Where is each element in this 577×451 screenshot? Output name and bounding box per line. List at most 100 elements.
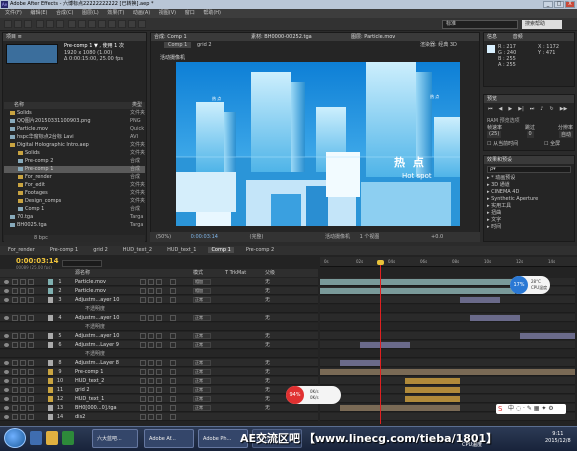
col-name-header[interactable]: 名称	[14, 102, 24, 108]
last-frame-icon[interactable]: ⏭	[530, 106, 535, 112]
timeline-tab[interactable]: Pre-comp 2	[243, 247, 277, 253]
resolution-select[interactable]: (完整)	[250, 234, 264, 240]
audio-switch[interactable]	[12, 414, 18, 420]
3d-layer-switch[interactable]	[170, 387, 176, 393]
layer-row[interactable]: 5 Adjustm...ayer 10 正常 无	[0, 332, 318, 340]
layer-viewer-tab[interactable]: 图层: Particle.mov	[351, 33, 395, 41]
layer-name[interactable]: Adjustm...Layer 9	[75, 341, 119, 349]
rotate-tool-icon[interactable]	[36, 20, 44, 28]
effects-category[interactable]: ▸ 实用工具	[487, 203, 538, 210]
layer-name[interactable]: dis2	[75, 413, 85, 421]
effects-category[interactable]: ▸ * 动画预设	[487, 175, 538, 182]
fx-switch[interactable]	[156, 333, 162, 339]
loop-icon[interactable]: ↻	[549, 106, 553, 112]
ime-icons[interactable]: 中 ◌ · ✎ ▦ ✦ ⚙	[508, 404, 554, 414]
ime-logo-icon[interactable]: S	[498, 404, 502, 414]
lock-switch[interactable]	[28, 342, 34, 348]
project-item[interactable]: Particle.mov	[4, 126, 145, 133]
timeline-tab[interactable]: grid 2	[90, 247, 111, 253]
layer-duration-bar[interactable]	[405, 378, 460, 384]
effects-category[interactable]: ▸ 文字	[487, 217, 538, 224]
ime-toolbar[interactable]: S 中 ◌ · ✎ ▦ ✦ ⚙	[496, 404, 566, 414]
comp-viewer-canvas[interactable]: 热 点 Hot spot 热 点 热 点	[176, 62, 460, 226]
visibility-eye-icon[interactable]	[4, 406, 9, 410]
collapse-switch[interactable]	[148, 387, 154, 393]
breadcrumb-comp1[interactable]: Comp 1	[164, 42, 192, 48]
label-color-chip[interactable]	[48, 333, 53, 339]
shy-switch[interactable]	[140, 369, 146, 375]
menu-effect[interactable]: 效果(T)	[107, 10, 124, 16]
parent-select[interactable]: 无	[265, 368, 270, 376]
zoom-tool-icon[interactable]	[24, 20, 32, 28]
source-name-header[interactable]: 源名称	[75, 269, 90, 277]
timeline-tab[interactable]: HUD_text_1	[164, 247, 199, 253]
collapse-switch[interactable]	[148, 279, 154, 285]
ram-preview-options[interactable]: RAM 预览选项	[487, 117, 520, 124]
project-item[interactable]: Solids	[4, 110, 145, 117]
layer-row[interactable]: 12 HUD_text_1 正常 无	[0, 395, 318, 403]
clone-tool-icon[interactable]	[108, 20, 116, 28]
visibility-eye-icon[interactable]	[4, 334, 9, 338]
hand-tool-icon[interactable]	[14, 20, 22, 28]
visibility-eye-icon[interactable]	[4, 316, 9, 320]
framerate-select[interactable]: (25)	[487, 131, 502, 138]
fx-switch[interactable]	[156, 369, 162, 375]
lock-switch[interactable]	[28, 279, 34, 285]
3d-layer-switch[interactable]	[170, 414, 176, 420]
solo-switch[interactable]	[20, 405, 26, 411]
fx-switch[interactable]	[156, 378, 162, 384]
project-item[interactable]: Comp 1	[4, 206, 145, 213]
lock-switch[interactable]	[28, 369, 34, 375]
solo-switch[interactable]	[20, 360, 26, 366]
label-color-chip[interactable]	[48, 396, 53, 402]
timeline-timecode[interactable]: 0:00:03:14	[16, 257, 59, 265]
layer-duration-bar[interactable]	[320, 288, 515, 294]
layer-row[interactable]: 10 HUD_text_2 正常 无	[0, 377, 318, 385]
layer-duration-bar[interactable]	[405, 387, 460, 393]
lock-switch[interactable]	[28, 414, 34, 420]
layer-name[interactable]: HUD_text_1	[75, 395, 104, 403]
collapse-switch[interactable]	[148, 414, 154, 420]
trkmat-header[interactable]: T TrkMat	[225, 269, 246, 277]
layer-duration-bar[interactable]	[340, 360, 380, 366]
pen-tool-icon[interactable]	[78, 20, 86, 28]
mode-header[interactable]: 模式	[193, 269, 203, 277]
layer-duration-bar[interactable]	[405, 396, 460, 402]
shy-switch[interactable]	[140, 405, 146, 411]
menu-window[interactable]: 窗口	[185, 10, 195, 16]
minimize-button[interactable]: _	[543, 1, 553, 8]
workspace-select[interactable]: 标准	[442, 20, 518, 29]
fx-switch[interactable]	[156, 315, 162, 321]
lock-switch[interactable]	[28, 297, 34, 303]
first-frame-icon[interactable]: ⏮	[488, 106, 493, 112]
menu-animation[interactable]: 动画(A)	[133, 10, 150, 16]
3d-layer-switch[interactable]	[170, 342, 176, 348]
project-item[interactable]: For_render	[4, 174, 145, 181]
text-tool-icon[interactable]	[88, 20, 96, 28]
parent-select[interactable]: 无	[265, 386, 270, 394]
menu-composition[interactable]: 合成(C)	[56, 10, 73, 16]
current-time-indicator[interactable]	[380, 262, 381, 424]
visibility-eye-icon[interactable]	[4, 280, 9, 284]
lock-switch[interactable]	[28, 387, 34, 393]
eraser-tool-icon[interactable]	[118, 20, 126, 28]
layer-duration-bar[interactable]	[340, 405, 460, 411]
parent-select[interactable]: 无	[265, 395, 270, 403]
visibility-eye-icon[interactable]	[4, 388, 9, 392]
collapse-switch[interactable]	[148, 369, 154, 375]
3d-view-select[interactable]: 活动摄像机	[325, 234, 350, 240]
parent-select[interactable]: 无	[265, 341, 270, 349]
camera-tool-icon[interactable]	[46, 20, 54, 28]
audio-switch[interactable]	[12, 360, 18, 366]
layer-row[interactable]: 9 Pre-comp 1 正常 无	[0, 368, 318, 376]
solo-switch[interactable]	[20, 333, 26, 339]
layer-row[interactable]: 1 Particle.mov 相加 无	[0, 278, 318, 286]
fx-switch[interactable]	[156, 360, 162, 366]
layer-row[interactable]: 8 Adjustm...Layer 8 正常 无	[0, 359, 318, 367]
fx-switch[interactable]	[156, 414, 162, 420]
prev-frame-icon[interactable]: ◀	[499, 106, 503, 112]
shy-switch[interactable]	[140, 279, 146, 285]
shy-switch[interactable]	[140, 396, 146, 402]
project-item[interactable]: For_edit	[4, 182, 145, 189]
audio-switch[interactable]	[12, 342, 18, 348]
